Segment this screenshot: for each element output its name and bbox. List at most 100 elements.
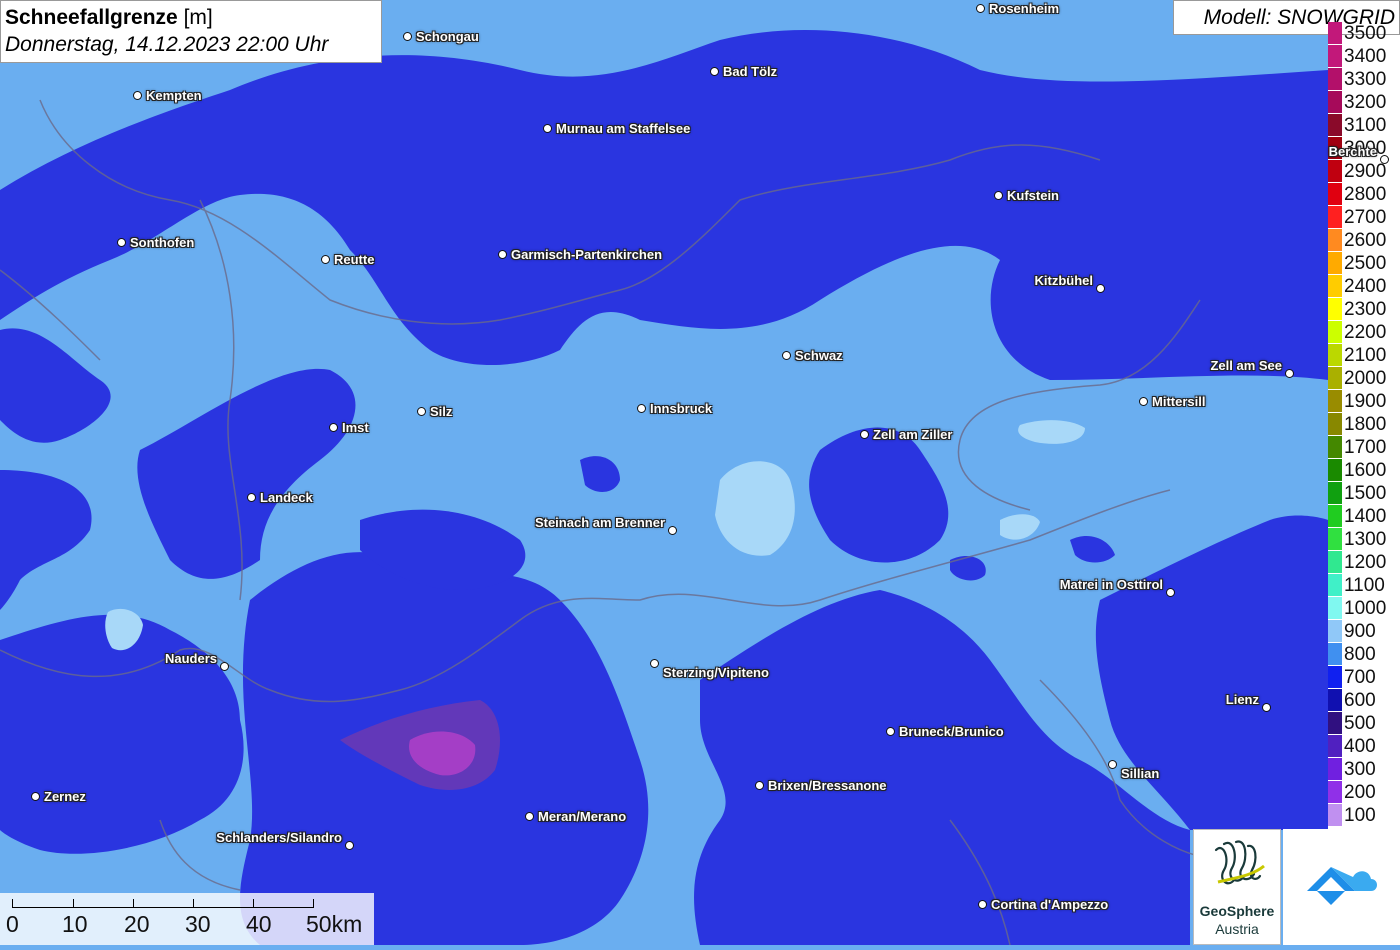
scale-line	[12, 899, 314, 908]
city-marker	[860, 430, 869, 439]
legend-row: 1100	[1328, 574, 1400, 597]
city-marker	[976, 4, 985, 13]
city-marker	[543, 124, 552, 133]
city-marker	[247, 493, 256, 502]
legend-row: 3500	[1328, 22, 1400, 45]
city-marker	[498, 250, 507, 259]
legend-row: 2900	[1328, 160, 1400, 183]
legend-swatch	[1328, 344, 1342, 367]
city-marker	[710, 67, 719, 76]
legend-swatch	[1328, 781, 1342, 804]
legend-swatch	[1328, 620, 1342, 643]
legend-label: 500	[1344, 713, 1376, 734]
legend-row: 500	[1328, 712, 1400, 735]
snowfall-limit-map[interactable]	[0, 0, 1400, 945]
map-title-box: Schneefallgrenze [m] Donnerstag, 14.12.2…	[0, 0, 382, 63]
legend-row: 2300	[1328, 298, 1400, 321]
city-marker	[1262, 703, 1271, 712]
legend-swatch	[1328, 45, 1342, 68]
city-label: Steinach am Brenner	[534, 515, 665, 530]
legend-label: 2700	[1344, 207, 1387, 228]
legend-row: 2700	[1328, 206, 1400, 229]
scale-label-30: 30	[185, 911, 211, 937]
city-label: Rosenheim	[989, 1, 1060, 16]
legend-label: 2500	[1344, 253, 1387, 274]
city-marker	[637, 404, 646, 413]
legend-label: 400	[1344, 736, 1376, 757]
legend-row: 3100	[1328, 114, 1400, 137]
legend-label: 1100	[1344, 575, 1385, 596]
scale-label-0: 0	[6, 911, 19, 937]
legend-label: 2000	[1344, 368, 1387, 389]
legend-row: 2500	[1328, 252, 1400, 275]
legend-swatch	[1328, 183, 1342, 206]
city-marker	[755, 781, 764, 790]
city-label: Landeck	[260, 490, 313, 505]
legend-label: 1000	[1344, 598, 1387, 619]
legend-label: 1600	[1344, 460, 1387, 481]
city-marker	[133, 91, 142, 100]
city-marker	[321, 255, 330, 264]
legend-swatch	[1328, 436, 1342, 459]
legend-label: 2600	[1344, 230, 1387, 251]
legend-row: 1600	[1328, 459, 1400, 482]
legend-swatch	[1328, 597, 1342, 620]
city-label: Bad Tölz	[723, 64, 778, 79]
legend-row: 2100	[1328, 344, 1400, 367]
city-label: Cortina d'Ampezzo	[991, 897, 1109, 912]
legend-label: 2300	[1344, 299, 1387, 320]
legend-row: 2600	[1328, 229, 1400, 252]
partner-logo[interactable]	[1283, 829, 1400, 945]
city-marker	[403, 32, 412, 41]
city-label: Berchte	[1328, 144, 1377, 159]
city-marker	[345, 841, 354, 850]
legend-swatch	[1328, 298, 1342, 321]
legend-label: 200	[1344, 782, 1376, 803]
city-marker	[329, 423, 338, 432]
city-label: Mittersill	[1152, 394, 1206, 409]
city-label: Sterzing/Vipiteno	[663, 665, 769, 680]
city-label: Kitzbühel	[1034, 273, 1094, 288]
legend-swatch	[1328, 114, 1342, 137]
legend-label: 700	[1344, 667, 1376, 688]
city-label: Nauders	[164, 651, 217, 666]
legend-row: 200	[1328, 781, 1400, 804]
city-marker	[782, 351, 791, 360]
city-marker	[1166, 588, 1175, 597]
city-marker	[525, 812, 534, 821]
legend-row: 2400	[1328, 275, 1400, 298]
legend-row: 3200	[1328, 91, 1400, 114]
legend-swatch	[1328, 666, 1342, 689]
city-marker	[978, 900, 987, 909]
geosphere-logo[interactable]: GeoSphere Austria	[1193, 829, 1281, 945]
legend-row: 300	[1328, 758, 1400, 781]
city-label: Murnau am Staffelsee	[556, 121, 691, 136]
legend-label: 1400	[1344, 506, 1387, 527]
legend-row: 1300	[1328, 528, 1400, 551]
legend-label: 600	[1344, 690, 1376, 711]
geosphere-country: Austria	[1215, 921, 1259, 937]
geosphere-logo-icon	[1214, 840, 1265, 885]
city-label: Schlanders/Silandro	[216, 830, 342, 845]
legend-swatch	[1328, 551, 1342, 574]
city-marker	[1096, 284, 1105, 293]
legend-swatch	[1328, 574, 1342, 597]
legend-label: 300	[1344, 759, 1376, 780]
city-label: Lienz	[1225, 692, 1259, 707]
legend-swatch	[1328, 252, 1342, 275]
city-label: Zernez	[44, 789, 86, 804]
legend-swatch	[1328, 367, 1342, 390]
scale-bar: 0 10 20 30 40 50km	[0, 893, 374, 945]
legend-swatch	[1328, 643, 1342, 666]
city-marker	[650, 659, 659, 668]
city-label: Imst	[342, 420, 369, 435]
city-marker	[994, 191, 1003, 200]
legend-swatch	[1328, 160, 1342, 183]
legend-row: 1700	[1328, 436, 1400, 459]
legend-label: 3400	[1344, 46, 1387, 67]
legend-row: 100	[1328, 804, 1400, 827]
geosphere-name: GeoSphere	[1199, 903, 1275, 919]
legend-swatch	[1328, 804, 1342, 827]
legend-label: 3500	[1344, 23, 1387, 44]
legend-row: 2200	[1328, 321, 1400, 344]
